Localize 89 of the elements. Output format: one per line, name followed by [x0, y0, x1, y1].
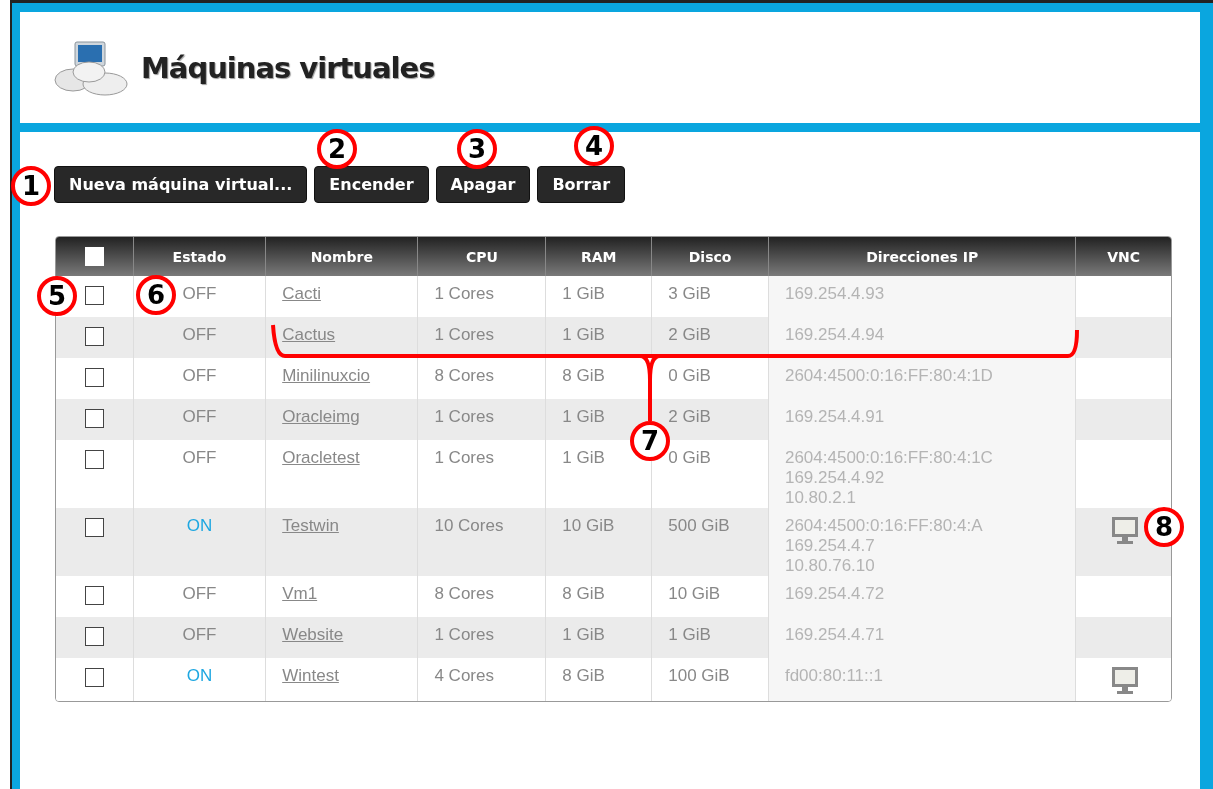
row-checkbox[interactable]	[84, 668, 104, 687]
ip-address: 169.254.4.94	[784, 325, 885, 345]
callout-marker: 1	[11, 166, 51, 206]
ip-address: 10.80.76.10	[784, 556, 875, 576]
status-text: OFF	[182, 407, 217, 426]
toolbar-button[interactable]: Borrar	[537, 166, 626, 203]
vm-name-link[interactable]: Oracletest	[282, 448, 360, 467]
toolbar-button[interactable]: Nueva máquina virtual...	[54, 166, 308, 203]
row-checkbox[interactable]	[84, 286, 104, 305]
toolbar-button[interactable]: Encender	[314, 166, 429, 203]
ip-address: 2604:4500:0:16:FF:80:4:1C	[784, 448, 993, 468]
disk-text: 100 GiB	[668, 666, 730, 685]
vm-name-link[interactable]: Testwin	[282, 516, 339, 535]
callout-marker: 7	[630, 421, 670, 461]
ram-text: 10 GiB	[562, 516, 615, 535]
ip-address: 2604:4500:0:16:FF:80:4:A	[784, 516, 983, 536]
column-header: Direcciones IP	[767, 237, 1076, 276]
select-all-checkbox[interactable]	[84, 247, 104, 266]
toolbar-button[interactable]: Apagar	[435, 166, 531, 203]
row-checkbox[interactable]	[84, 409, 104, 428]
status-text: OFF	[182, 584, 217, 603]
vm-name-link[interactable]: Cactus	[282, 325, 336, 344]
ram-text: 1 GiB	[562, 325, 605, 344]
ip-address: 10.80.2.1	[784, 488, 856, 508]
cpu-text: 4 Cores	[434, 666, 494, 685]
disk-text: 1 GiB	[668, 625, 711, 644]
disk-text: 2 GiB	[668, 325, 711, 344]
callout-marker: 5	[37, 276, 77, 316]
disk-text: 500 GiB	[668, 516, 730, 535]
status-text: OFF	[182, 625, 217, 644]
column-header: VNC	[1075, 237, 1171, 276]
ram-text: 8 GiB	[562, 584, 605, 603]
cpu-text: 8 Cores	[434, 584, 494, 603]
row-checkbox[interactable]	[84, 368, 104, 387]
status-text: ON	[186, 516, 213, 535]
cpu-text: 1 Cores	[434, 448, 494, 467]
ip-address: 169.254.4.93	[784, 284, 885, 304]
disk-text: 3 GiB	[668, 284, 711, 303]
vm-name-link[interactable]: Cacti	[282, 284, 321, 303]
vm-name-link[interactable]: Wintest	[282, 666, 339, 685]
row-checkbox[interactable]	[84, 327, 104, 346]
callout-marker: 2	[317, 129, 357, 169]
callout-marker: 3	[457, 129, 497, 169]
row-checkbox[interactable]	[84, 627, 104, 646]
status-text: OFF	[182, 366, 217, 385]
monitor-icon[interactable]	[1111, 666, 1139, 696]
cloud-computer-icon	[53, 39, 131, 96]
row-checkbox[interactable]	[84, 450, 104, 469]
ram-text: 8 GiB	[562, 366, 605, 385]
monitor-icon[interactable]	[1111, 516, 1139, 546]
vm-name-link[interactable]: Website	[282, 625, 344, 644]
disk-text: 2 GiB	[668, 407, 711, 426]
callout-marker: 6	[136, 275, 176, 315]
column-header: Estado	[132, 237, 266, 276]
cpu-text: 10 Cores	[434, 516, 504, 535]
disk-text: 10 GiB	[668, 584, 721, 603]
ip-address: 169.254.4.91	[784, 407, 885, 427]
status-text: OFF	[182, 448, 217, 467]
column-header: CPU	[417, 237, 546, 276]
ram-text: 1 GiB	[562, 625, 605, 644]
ram-text: 8 GiB	[562, 666, 605, 685]
ip-address: 169.254.4.7	[784, 536, 875, 556]
cpu-text: 1 Cores	[434, 625, 494, 644]
ip-address: 2604:4500:0:16:FF:80:4:1D	[784, 366, 993, 386]
callout-marker: 4	[574, 126, 614, 166]
cpu-text: 8 Cores	[434, 366, 494, 385]
cpu-text: 1 Cores	[434, 284, 494, 303]
status-text: ON	[186, 666, 213, 685]
ram-text: 1 GiB	[562, 284, 605, 303]
ip-address: 169.254.4.72	[784, 584, 885, 604]
ram-text: 1 GiB	[562, 407, 605, 426]
row-checkbox[interactable]	[84, 586, 104, 605]
status-text: OFF	[182, 284, 217, 303]
cpu-text: 1 Cores	[434, 407, 494, 426]
column-header: Disco	[651, 237, 768, 276]
ram-text: 1 GiB	[562, 448, 605, 467]
ip-address: fd00:80:11::1	[784, 666, 883, 686]
column-header: Nombre	[265, 237, 418, 276]
disk-text: 0 GiB	[668, 448, 711, 467]
cpu-text: 1 Cores	[434, 325, 494, 344]
column-header: RAM	[545, 237, 652, 276]
row-checkbox[interactable]	[84, 518, 104, 537]
page-title: Máquinas virtuales	[141, 50, 435, 85]
disk-text: 0 GiB	[668, 366, 711, 385]
status-text: OFF	[182, 325, 217, 344]
ip-address: 169.254.4.71	[784, 625, 885, 645]
vm-name-link[interactable]: Minilinuxcio	[282, 366, 371, 385]
ip-address: 169.254.4.92	[784, 468, 885, 488]
vm-name-link[interactable]: Vm1	[282, 584, 318, 603]
